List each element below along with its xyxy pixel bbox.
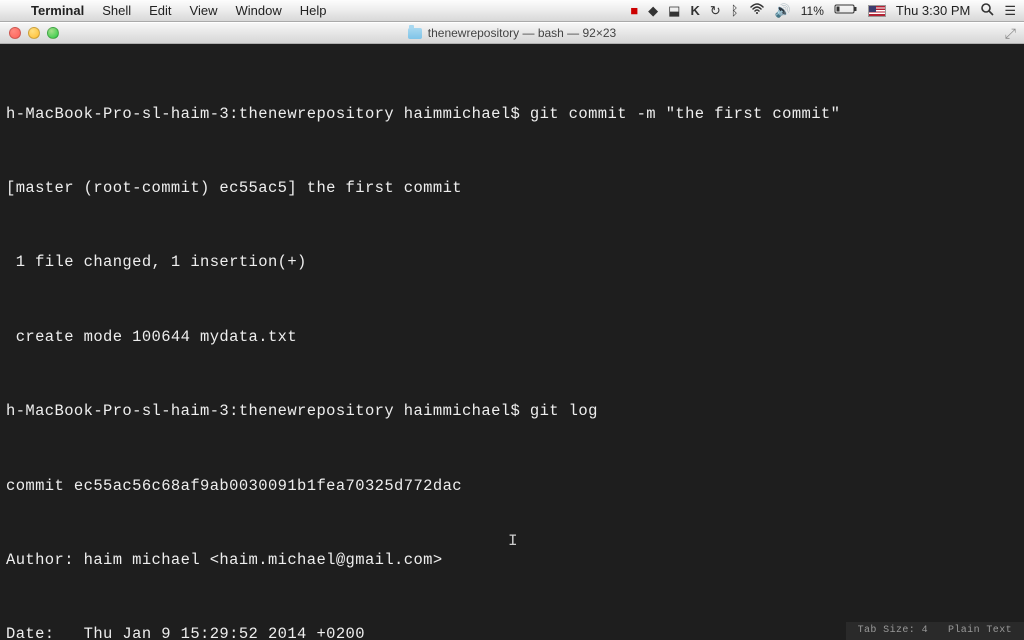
status-mode[interactable]: Plain Text (948, 623, 1012, 639)
status-tabsize[interactable]: Tab Size: 4 (858, 623, 928, 639)
folder-icon (408, 28, 422, 39)
dropbox-icon[interactable]: ⬓ (668, 3, 680, 19)
window-titlebar[interactable]: thenewrepository — bash — 92×23 ⤢ (0, 22, 1024, 44)
spotlight-icon[interactable] (980, 2, 994, 19)
zoom-button[interactable] (47, 27, 59, 39)
wifi-icon[interactable] (749, 3, 765, 18)
menu-window[interactable]: Window (227, 3, 291, 18)
minimize-button[interactable] (28, 27, 40, 39)
battery-percent[interactable]: 11% (801, 4, 824, 18)
macos-menubar: Terminal Shell Edit View Window Help ■ ◆… (0, 0, 1024, 22)
terminal-line: commit ec55ac56c68af9ab0030091b1fea70325… (6, 474, 1018, 499)
k-icon[interactable]: K (690, 3, 699, 18)
terminal-line: create mode 100644 mydata.txt (6, 325, 1018, 350)
terminal-line: 1 file changed, 1 insertion(+) (6, 250, 1018, 275)
terminal-line: h-MacBook-Pro-sl-haim-3:thenewrepository… (6, 399, 1018, 424)
editor-statusbar: Tab Size: 4 Plain Text (846, 622, 1024, 640)
text-cursor-icon: I (508, 529, 518, 555)
menubar-right: ■ ◆ ⬓ K ↻ ᛒ 🔊 11% Thu 3:30 PM ☰ (630, 2, 1016, 19)
terminal-content[interactable]: h-MacBook-Pro-sl-haim-3:thenewrepository… (0, 44, 1024, 640)
menu-app-name[interactable]: Terminal (22, 3, 93, 18)
window-title: thenewrepository — bash — 92×23 (408, 26, 616, 40)
traffic-lights (9, 27, 59, 39)
close-button[interactable] (9, 27, 21, 39)
drive-icon[interactable]: ◆ (648, 3, 658, 19)
fullscreen-icon[interactable]: ⤢ (1005, 25, 1016, 42)
record-icon[interactable]: ■ (630, 3, 638, 18)
bluetooth-icon[interactable]: ᛒ (731, 3, 739, 18)
menu-view[interactable]: View (181, 3, 227, 18)
window-title-text: thenewrepository — bash — 92×23 (428, 26, 616, 40)
terminal-line: h-MacBook-Pro-sl-haim-3:thenewrepository… (6, 102, 1018, 127)
volume-icon[interactable]: 🔊 (775, 3, 791, 19)
menubar-clock[interactable]: Thu 3:30 PM (896, 3, 970, 18)
battery-icon[interactable] (834, 3, 858, 18)
timemachine-icon[interactable]: ↻ (710, 3, 721, 19)
menubar-left: Terminal Shell Edit View Window Help (8, 3, 336, 18)
notifications-icon[interactable]: ☰ (1004, 3, 1016, 19)
terminal-window: thenewrepository — bash — 92×23 ⤢ h-MacB… (0, 22, 1024, 640)
input-flag-icon[interactable] (868, 5, 886, 17)
menu-help[interactable]: Help (291, 3, 336, 18)
menu-shell[interactable]: Shell (93, 3, 140, 18)
terminal-line: [master (root-commit) ec55ac5] the first… (6, 176, 1018, 201)
menu-edit[interactable]: Edit (140, 3, 180, 18)
